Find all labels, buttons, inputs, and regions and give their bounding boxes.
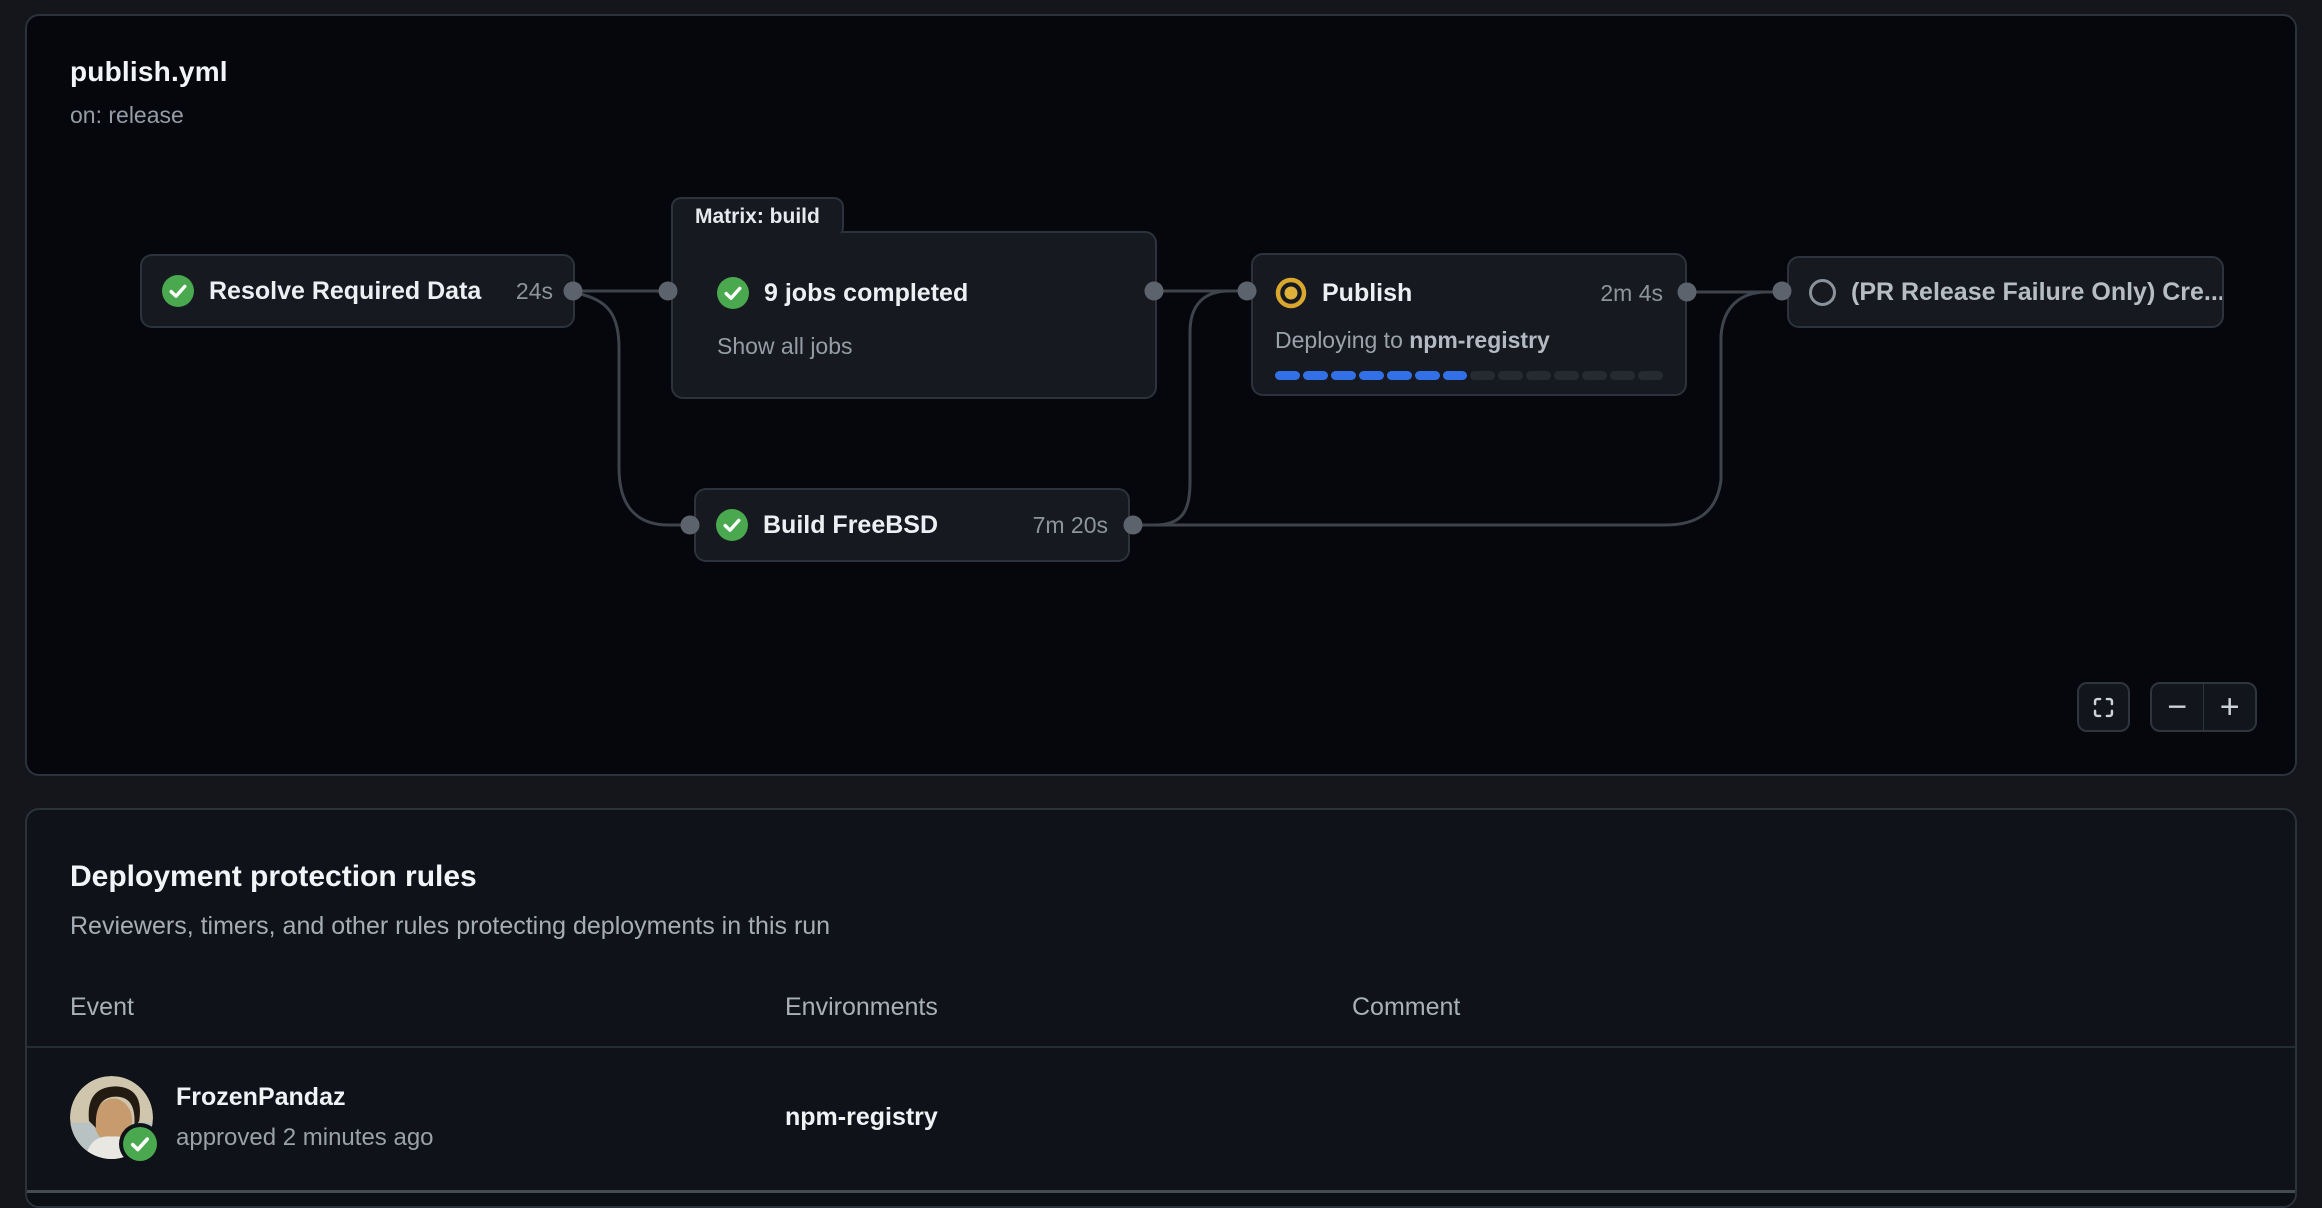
job-label: Publish	[1322, 279, 1412, 308]
rules-subtitle: Reviewers, timers, and other rules prote…	[70, 912, 2295, 941]
job-node-build-freebsd[interactable]: Build FreeBSD 7m 20s	[694, 488, 1130, 562]
job-node-publish[interactable]: Publish 2m 4s Deploying to npm-registry	[1251, 253, 1687, 396]
workflow-trigger: on: release	[70, 102, 228, 129]
pending-circle-icon	[1809, 279, 1836, 306]
progress-segment	[1359, 371, 1384, 380]
job-label: Resolve Required Data	[209, 277, 481, 306]
column-header-event: Event	[70, 993, 785, 1022]
in-progress-icon	[1275, 277, 1307, 309]
progress-segment	[1443, 371, 1468, 380]
progress-segment	[1582, 371, 1607, 380]
approval-table-row: FrozenPandaz approved 2 minutes ago npm-…	[27, 1048, 2295, 1185]
progress-segment	[1331, 371, 1356, 380]
progress-segment	[1303, 371, 1328, 380]
fullscreen-icon	[2090, 694, 2117, 721]
rules-table-header: Event Environments Comment	[27, 993, 2295, 1022]
rules-title: Deployment protection rules	[70, 860, 2295, 894]
environment-cell: npm-registry	[785, 1103, 1352, 1132]
progress-segment	[1498, 371, 1523, 380]
fullscreen-button[interactable]	[2077, 682, 2130, 732]
progress-segment	[1526, 371, 1551, 380]
rules-header: Deployment protection rules Reviewers, t…	[27, 810, 2295, 941]
progress-segment	[1275, 371, 1300, 380]
job-duration: 24s	[516, 278, 553, 305]
approved-check-icon	[123, 1127, 157, 1161]
job-node-pr-release-failure[interactable]: (PR Release Failure Only) Cre...	[1787, 256, 2224, 328]
approved-badge	[119, 1123, 161, 1165]
column-header-comment: Comment	[1352, 993, 2295, 1022]
workflow-graph-panel[interactable]: publish.yml on: release Resolve Required…	[25, 14, 2297, 776]
progress-segment	[1470, 371, 1495, 380]
deployment-protection-rules-panel: Deployment protection rules Reviewers, t…	[25, 808, 2297, 1208]
approval-status-text: approved 2 minutes ago	[176, 1124, 434, 1152]
column-header-environments: Environments	[785, 993, 1352, 1022]
deploy-prefix: Deploying to	[1275, 327, 1403, 353]
event-cell: FrozenPandaz approved 2 minutes ago	[70, 1076, 785, 1159]
deploy-target: npm-registry	[1409, 327, 1550, 353]
zoom-control-group: − +	[2150, 682, 2257, 732]
success-check-icon	[162, 275, 194, 307]
success-check-icon	[716, 509, 748, 541]
deploy-status-text: Deploying to npm-registry	[1275, 327, 1663, 354]
success-check-icon	[717, 277, 749, 309]
approver-name: FrozenPandaz	[176, 1083, 434, 1112]
job-duration: 2m 4s	[1600, 280, 1663, 307]
avatar-wrap	[70, 1076, 153, 1159]
zoom-in-button[interactable]: +	[2204, 684, 2255, 730]
matrix-group-tab: Matrix: build	[671, 197, 844, 234]
job-label: Build FreeBSD	[763, 511, 938, 540]
matrix-jobs-summary: 9 jobs completed	[764, 279, 968, 308]
progress-segment	[1415, 371, 1440, 380]
show-all-jobs-link[interactable]: Show all jobs	[717, 333, 1131, 360]
zoom-out-button[interactable]: −	[2152, 684, 2203, 730]
panel-bottom-area	[27, 1193, 2295, 1206]
job-node-resolve-required-data[interactable]: Resolve Required Data 24s	[140, 254, 575, 328]
approver-info: FrozenPandaz approved 2 minutes ago	[176, 1083, 434, 1152]
progress-segment	[1387, 371, 1412, 380]
job-duration: 7m 20s	[1033, 512, 1108, 539]
progress-segment	[1554, 371, 1579, 380]
deploy-progress	[1275, 371, 1663, 380]
workflow-file-name: publish.yml	[70, 56, 228, 88]
progress-segment	[1610, 371, 1635, 380]
workflow-edges	[27, 16, 2299, 778]
progress-segment	[1638, 371, 1663, 380]
job-node-matrix-build[interactable]: 9 jobs completed Show all jobs	[671, 231, 1157, 399]
job-label: (PR Release Failure Only) Cre...	[1851, 278, 2224, 307]
workflow-header: publish.yml on: release	[70, 56, 228, 129]
